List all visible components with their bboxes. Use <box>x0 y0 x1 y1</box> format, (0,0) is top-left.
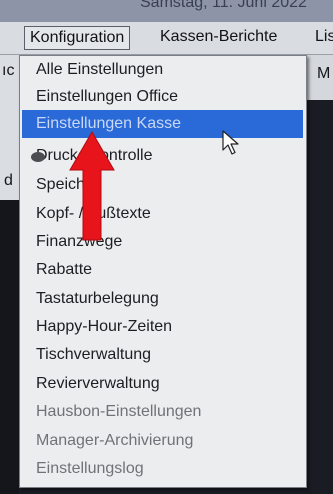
menu-item-alle-einstellungen[interactable]: Alle Einstellungen <box>36 56 163 84</box>
background-right-light: M <box>307 55 333 100</box>
background-right-text: M <box>317 65 331 82</box>
menu-item-einstellungen-office[interactable]: Einstellungen Office <box>36 83 178 111</box>
menu-item-revierverwaltung[interactable]: Revierverwaltung <box>36 370 160 398</box>
menu-item-happy-hour-zeiten[interactable]: Happy-Hour-Zeiten <box>36 313 172 341</box>
menu-item-einstellungslog[interactable]: Einstellungslog <box>36 455 144 483</box>
screen: Samstag, 11. Juni 2022 Konfiguration Kas… <box>0 0 333 494</box>
background-left-text-1: ıc <box>2 62 15 79</box>
date-text: Samstag, 11. Juni 2022 <box>140 0 307 11</box>
mouse-pointer-icon <box>222 130 239 155</box>
menu-item-tischverwaltung[interactable]: Tischverwaltung <box>36 341 151 369</box>
background-left-dark <box>0 200 19 494</box>
title-strip: Samstag, 11. Juni 2022 <box>0 0 333 22</box>
leaf-bullet-icon <box>31 152 45 162</box>
red-arrow-up-icon <box>69 131 115 241</box>
menu-bar: Konfiguration Kassen-Berichte Lis <box>0 22 333 55</box>
menu-kassen-berichte[interactable]: Kassen-Berichte <box>160 26 277 48</box>
menu-konfiguration[interactable]: Konfiguration <box>24 26 131 50</box>
menu-item-rabatte[interactable]: Rabatte <box>36 256 92 284</box>
menu-item-hausbon-einstellungen[interactable]: Hausbon-Einstellungen <box>36 398 201 426</box>
menu-item-manager-archivierung[interactable]: Manager-Archivierung <box>36 427 193 455</box>
menu-lis[interactable]: Lis <box>315 26 333 48</box>
background-right-pane <box>307 55 333 494</box>
menu-item-tastaturbelegung[interactable]: Tastaturbelegung <box>36 285 159 313</box>
background-left-text-2: d <box>4 172 13 189</box>
